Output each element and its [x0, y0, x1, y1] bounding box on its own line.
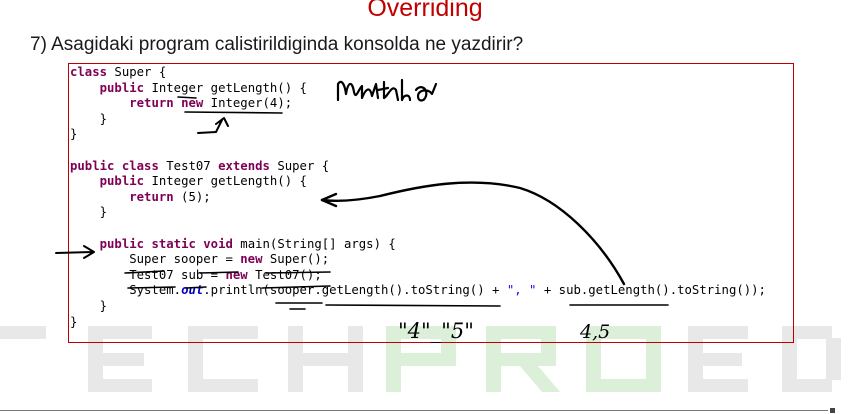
underline [265, 271, 331, 274]
main-arrow [55, 245, 95, 259]
underline [184, 111, 283, 114]
underline [185, 286, 207, 289]
handwritten-annotations: "4"_"5" 4,5 [55, 78, 669, 343]
footer-marker [830, 408, 835, 413]
underline [124, 270, 165, 274]
underline [325, 304, 501, 307]
underline [127, 286, 176, 289]
answer-left: "4"_"5" [398, 319, 474, 343]
override-arrow [320, 181, 626, 286]
method-scribble [336, 78, 438, 102]
underline [199, 271, 239, 274]
underline [261, 285, 331, 289]
answer-right: 4,5 [579, 321, 610, 343]
footer-divider [0, 410, 828, 411]
underline [177, 96, 197, 99]
up-arrow [197, 117, 229, 134]
